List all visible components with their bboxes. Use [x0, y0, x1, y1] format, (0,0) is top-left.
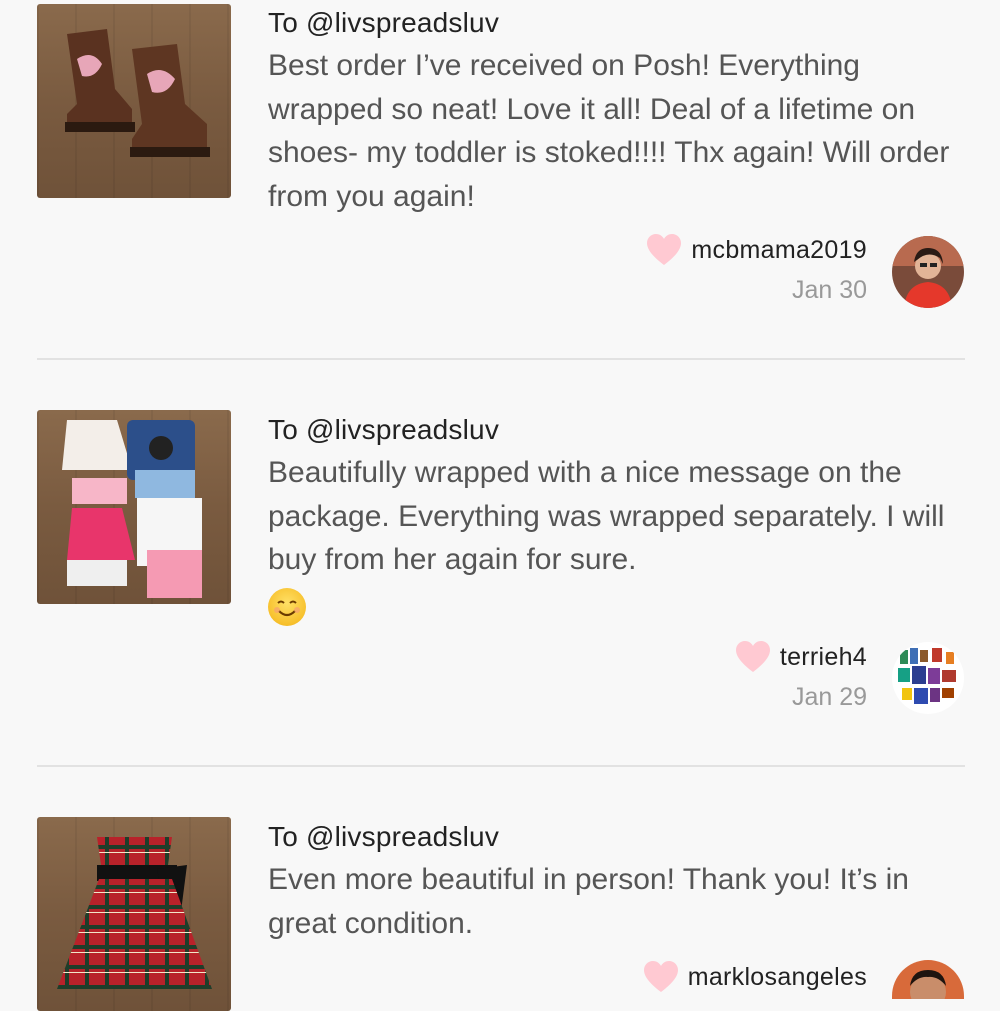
review-text-body: Beautifully wrapped with a nice message … — [268, 456, 945, 576]
heart-icon[interactable] — [643, 961, 678, 993]
reviewer-username[interactable]: marklosangeles — [688, 963, 867, 992]
review-recipient: To @livspreadsluv — [268, 414, 500, 445]
cowboy-boots-photo[interactable] — [37, 4, 231, 198]
review-recipient: To @livspreadsluv — [268, 7, 500, 38]
review-text: Beautifully wrapped with a nice message … — [268, 451, 968, 627]
reviewer-username[interactable]: mcbmama2019 — [691, 236, 867, 265]
review-recipient: To @livspreadsluv — [268, 821, 500, 852]
review-text: Best order I’ve received on Posh! Everyt… — [268, 49, 950, 213]
review-text: Even more beautiful in person! Thank you… — [268, 863, 909, 940]
girls-clothing-lot-photo[interactable] — [37, 410, 231, 604]
reviewer-avatar[interactable] — [892, 960, 964, 999]
heart-icon[interactable] — [735, 641, 770, 673]
review-date: Jan 29 — [791, 683, 867, 711]
review-date: Jan 30 — [791, 276, 867, 304]
plaid-dress-photo[interactable] — [37, 817, 231, 1011]
reviewer-avatar[interactable] — [892, 236, 964, 308]
divider — [37, 765, 965, 767]
smiling-face-emoji — [268, 587, 306, 626]
divider — [37, 358, 965, 360]
reviewer-avatar[interactable] — [892, 642, 964, 714]
reviewer-username[interactable]: terrieh4 — [780, 643, 867, 672]
heart-icon[interactable] — [647, 234, 682, 266]
